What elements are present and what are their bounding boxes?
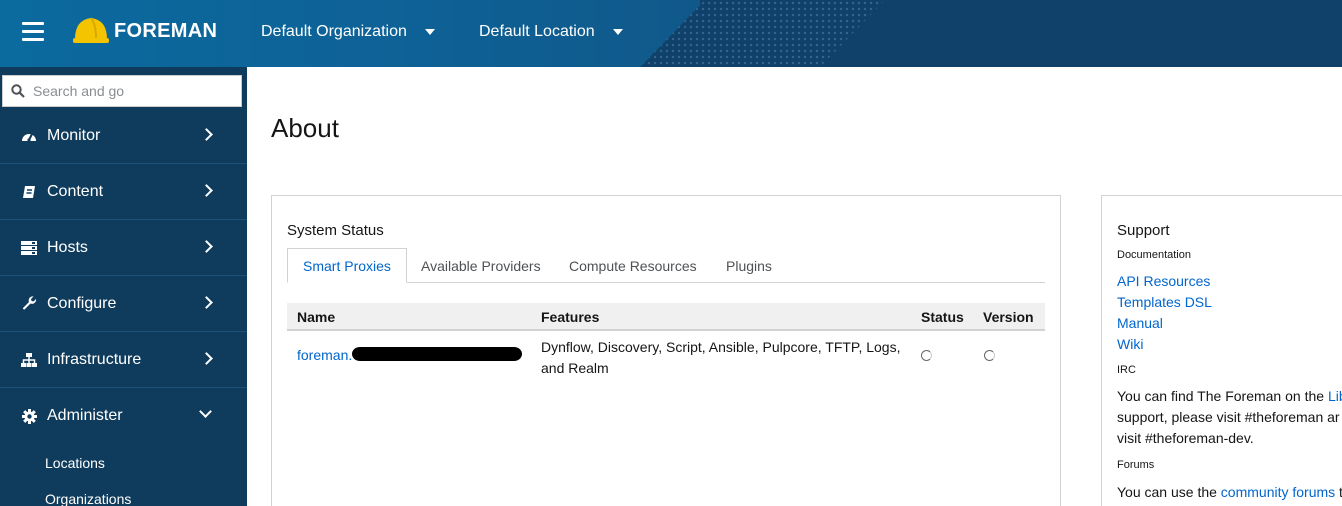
manual-link[interactable]: Manual	[1117, 315, 1163, 331]
system-status-title: System Status	[287, 222, 384, 239]
wiki-link[interactable]: Wiki	[1117, 336, 1143, 352]
column-header-features[interactable]: Features	[541, 309, 599, 325]
proxy-features: Dynflow, Discovery, Script, Ansible, Pul…	[541, 337, 900, 379]
irc-line-3: visit #theforeman-dev.	[1117, 430, 1254, 446]
sidebar-item-content[interactable]: Content	[0, 164, 247, 220]
sidebar-item-label: Monitor	[47, 126, 101, 144]
forums-heading: Forums	[1117, 459, 1155, 471]
community-forums-link[interactable]: community forums	[1221, 484, 1335, 500]
sidebar-item-label: Configure	[47, 294, 117, 312]
chevron-right-icon	[200, 128, 213, 141]
location-label: Default Location	[479, 23, 595, 40]
search-icon	[11, 84, 25, 98]
table-row: foreman. Dynflow, Discovery, Script, Ans…	[287, 331, 1045, 381]
top-navbar: FOREMAN Default Organization Default Loc…	[0, 0, 1342, 67]
chevron-right-icon	[200, 184, 213, 197]
column-header-status[interactable]: Status	[921, 309, 964, 325]
sidebar-item-label: Hosts	[47, 238, 88, 256]
sidebar-item-label: Infrastructure	[47, 350, 142, 368]
templates-dsl-link[interactable]: Templates DSL	[1117, 294, 1212, 310]
sidebar-item-hosts[interactable]: Hosts	[0, 220, 247, 276]
sidebar-subitem-locations[interactable]: Locations	[45, 455, 105, 471]
wrench-icon	[21, 296, 37, 312]
libera-link[interactable]: Lib	[1328, 388, 1342, 404]
sidebar-item-label: Content	[47, 182, 104, 200]
tab-available-providers[interactable]: Available Providers	[406, 248, 556, 283]
dashboard-icon	[21, 128, 37, 144]
irc-heading: IRC	[1117, 364, 1136, 376]
organization-dropdown[interactable]: Default Organization	[261, 23, 435, 41]
sidebar: Monitor Content Hosts Configure Infrastr…	[0, 67, 247, 506]
column-header-version[interactable]: Version	[983, 309, 1034, 325]
column-header-name[interactable]: Name	[297, 309, 335, 325]
forums-suffix: t	[1339, 484, 1342, 500]
sidebar-item-monitor[interactable]: Monitor	[0, 108, 247, 164]
status-tabs: Smart Proxies Available Providers Comput…	[287, 248, 1045, 283]
irc-text: You can find The Foreman on the Lib supp…	[1117, 386, 1342, 449]
brand-name: FOREMAN	[114, 19, 218, 42]
forums-prefix: You can use the	[1117, 484, 1221, 500]
table-header: Name Features Status Version	[287, 303, 1045, 331]
hamburger-menu-icon[interactable]	[22, 22, 44, 42]
version-spinner-icon	[984, 350, 995, 361]
chevron-right-icon	[200, 352, 213, 365]
support-title: Support	[1117, 222, 1170, 239]
irc-line-1: You can find The Foreman on the	[1117, 388, 1328, 404]
search-box	[2, 75, 242, 107]
helmet-icon	[73, 17, 109, 43]
gear-icon	[21, 408, 37, 424]
page-title: About	[271, 113, 339, 143]
network-icon	[21, 352, 37, 368]
redaction-mark	[352, 347, 522, 361]
support-card: Support Documentation API Resources Temp…	[1101, 195, 1342, 506]
forums-text: You can use the community forums t	[1117, 482, 1342, 503]
sidebar-subitem-organizations[interactable]: Organizations	[45, 491, 131, 506]
location-dropdown[interactable]: Default Location	[479, 23, 623, 41]
features-line-1: Dynflow, Discovery, Script, Ansible, Pul…	[541, 339, 901, 355]
foreman-logo[interactable]: FOREMAN	[72, 14, 217, 48]
tab-plugins[interactable]: Plugins	[711, 248, 787, 283]
tab-compute-resources[interactable]: Compute Resources	[554, 248, 712, 283]
status-spinner-icon	[921, 350, 932, 361]
organization-label: Default Organization	[261, 23, 407, 40]
system-status-card: System Status Smart Proxies Available Pr…	[271, 195, 1061, 506]
proxy-name-link[interactable]: foreman.	[297, 347, 352, 363]
sidebar-item-label: Administer	[47, 407, 123, 424]
irc-line-2: support, please visit #theforeman ar	[1117, 409, 1340, 425]
caret-down-icon	[612, 29, 623, 35]
chevron-right-icon	[200, 296, 213, 309]
sidebar-item-configure[interactable]: Configure	[0, 276, 247, 332]
smart-proxies-table: Name Features Status Version foreman. Dy…	[287, 303, 1045, 381]
search-input[interactable]	[33, 83, 223, 99]
sidebar-item-infrastructure[interactable]: Infrastructure	[0, 332, 247, 388]
tab-smart-proxies[interactable]: Smart Proxies	[287, 248, 407, 283]
book-icon	[21, 184, 37, 200]
chevron-down-icon	[199, 405, 212, 418]
sidebar-item-administer[interactable]: Administer	[0, 388, 247, 444]
features-line-2: and Realm	[541, 360, 609, 376]
caret-down-icon	[424, 29, 435, 35]
chevron-right-icon	[200, 240, 213, 253]
api-resources-link[interactable]: API Resources	[1117, 273, 1210, 289]
server-icon	[21, 240, 37, 256]
documentation-heading: Documentation	[1117, 249, 1191, 261]
